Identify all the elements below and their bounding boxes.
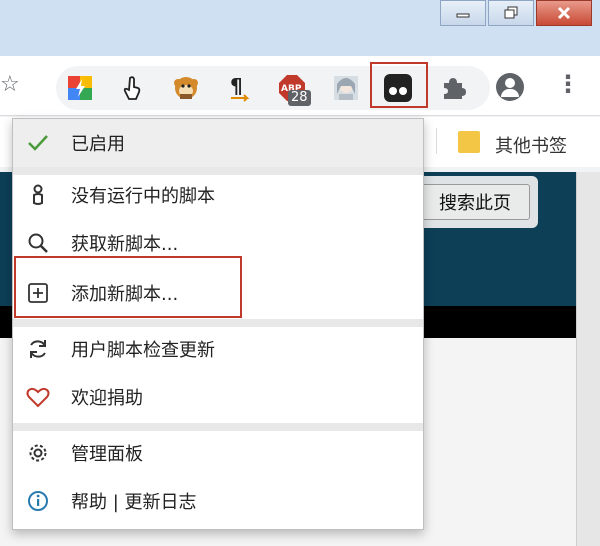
add-script-highlight [14,256,242,318]
menu-item-donate[interactable]: 欢迎捐助 [13,373,423,421]
ext-anime-icon[interactable] [332,74,360,102]
ext-colorful-icon-graphic [68,76,92,100]
puzzle-icon-graphic [444,78,466,99]
title-bar [0,0,600,56]
menu-item-help-changelog[interactable]: 帮助 | 更新日志 [13,477,423,525]
menu-item-dashboard[interactable]: 管理面板 [13,429,423,477]
star-icon[interactable]: ☆ [0,72,20,97]
ext-pilcrow-icon[interactable]: ¶ [226,74,254,102]
profile-avatar-icon[interactable] [496,73,524,101]
ext-monkey-icon[interactable] [172,74,200,102]
blurred-tab-title [0,0,150,40]
page-scrollbar[interactable] [576,172,600,546]
gear-icon [13,442,63,464]
check-icon [13,134,63,152]
search-icon [13,232,63,254]
ext-anime-icon-graphic [334,76,358,100]
bookmarks-divider [436,128,437,154]
tampermonkey-icon[interactable] [384,74,412,102]
restore-icon [504,6,518,19]
abp-badge: 28 [288,90,311,106]
info-icon [13,490,63,512]
minimize-button[interactable] [440,0,486,26]
restore-button[interactable] [488,0,534,26]
refresh-icon [13,337,63,361]
menu-item-label: 欢迎捐助 [71,388,143,409]
ext-colorful-icon[interactable] [66,74,94,102]
puzzle-icon[interactable] [440,74,466,106]
ext-monkey-icon-graphic [174,77,198,99]
svg-text:¶: ¶ [230,74,243,98]
minimize-icon [456,13,470,18]
menu-item-label: 用户脚本检查更新 [71,340,215,361]
menu-item-enabled[interactable]: 已启用 [13,119,423,167]
ext-pointer-icon-graphic [123,76,141,100]
other-bookmarks-label[interactable]: 其他书签 [495,132,567,158]
ext-pointer-icon[interactable] [118,74,146,102]
close-button[interactable] [536,0,592,26]
menu-item-label: 已启用 [71,134,125,155]
menu-item-label: 没有运行中的脚本 [71,186,215,207]
menu-item-label: 帮助 | 更新日志 [71,492,197,513]
menu-item-no-running-scripts[interactable]: 没有运行中的脚本 [13,171,423,219]
heart-icon [13,386,63,408]
more-menu-icon[interactable]: ⋮ [556,70,580,98]
ext-pilcrow-icon-graphic: ¶ [230,74,250,102]
window-controls [440,0,592,26]
script-running-icon [13,183,63,207]
folder-icon[interactable] [458,131,480,153]
search-page-button[interactable]: 搜索此页 [420,184,530,220]
close-icon [557,6,571,20]
tampermonkey-menu: 已启用 没有运行中的脚本 获取新脚本... 添加新脚本... 用户脚本检查更新 … [12,118,424,530]
menu-item-label: 获取新脚本... [71,234,179,255]
menu-item-check-updates[interactable]: 用户脚本检查更新 [13,325,423,373]
menu-item-label: 管理面板 [71,444,143,465]
